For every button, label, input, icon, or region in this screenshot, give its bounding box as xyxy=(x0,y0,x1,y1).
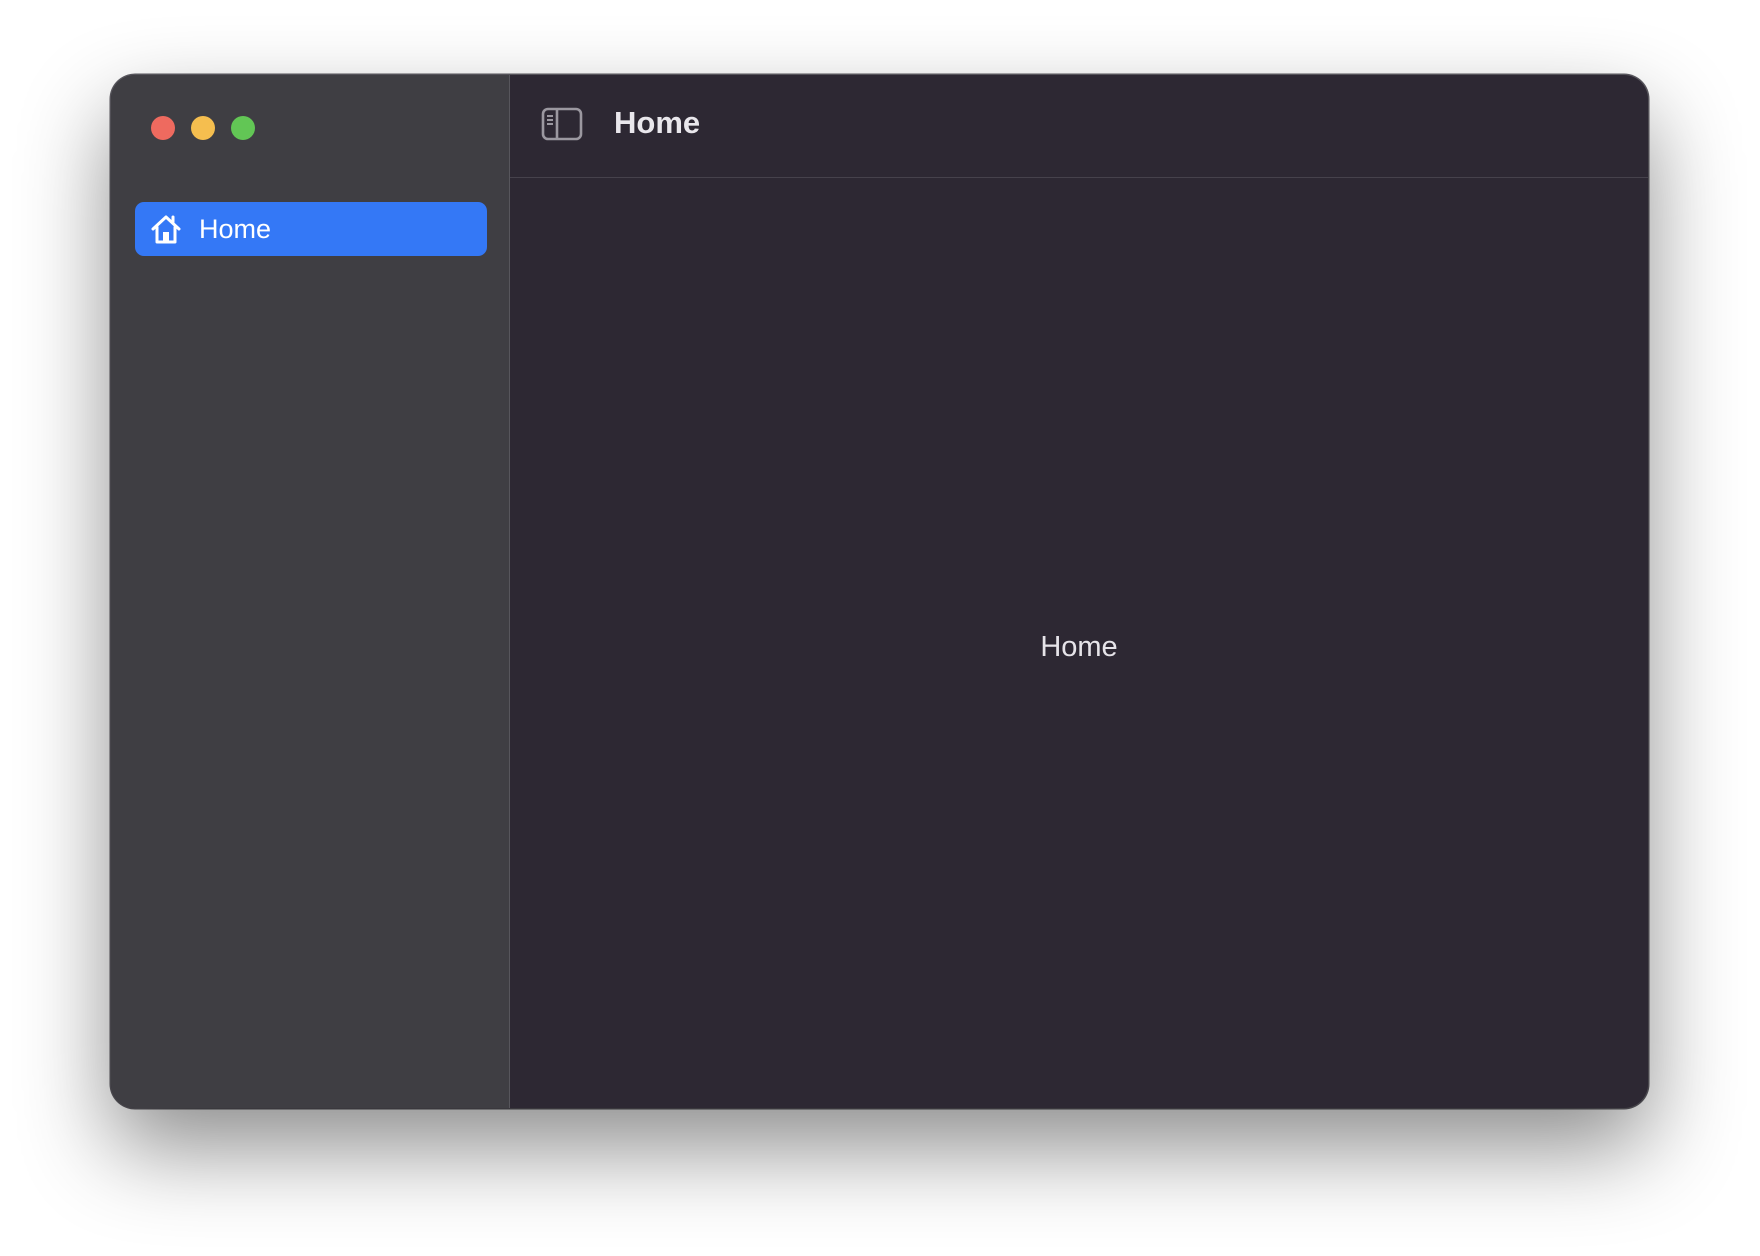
sidebar-toggle-icon xyxy=(541,107,583,146)
main-pane: Home Home xyxy=(510,75,1648,1108)
traffic-lights xyxy=(151,116,255,140)
toolbar: Home xyxy=(510,75,1648,178)
sidebar-toggle-button[interactable] xyxy=(541,107,583,146)
content-placeholder-text: Home xyxy=(1040,631,1118,663)
sidebar-list: Home xyxy=(135,202,487,256)
close-window-button[interactable] xyxy=(151,116,175,140)
sidebar: Home xyxy=(111,75,510,1108)
sidebar-item-label: Home xyxy=(199,213,272,244)
minimize-window-button[interactable] xyxy=(191,116,215,140)
app-window: Home Home Home xyxy=(111,75,1648,1108)
content-area: Home xyxy=(510,178,1648,1108)
zoom-window-button[interactable] xyxy=(231,116,255,140)
house-icon xyxy=(149,212,183,246)
page-title: Home xyxy=(614,105,701,140)
sidebar-item-home[interactable]: Home xyxy=(135,202,487,256)
